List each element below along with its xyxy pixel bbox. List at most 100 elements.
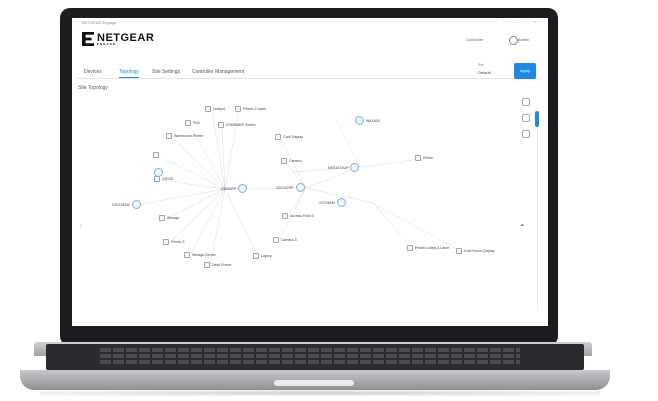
netgear-logo: NETGEAR ENGAGE [82, 32, 154, 46]
scope-label: Site [478, 63, 485, 67]
device-icon [407, 245, 413, 251]
switch-icon [132, 200, 142, 209]
scope-select[interactable]: Default [478, 70, 491, 75]
user-menu[interactable]: Admin [518, 37, 529, 42]
device-label: Laptop [261, 254, 272, 258]
keyboard-row [100, 354, 520, 358]
switch-label: GS324TP [221, 186, 237, 191]
device-label: Camera-3 [281, 238, 297, 242]
device-label: Hotspot [213, 107, 226, 111]
device-node[interactable]: Printer-2-Laser [235, 106, 266, 112]
device-label: Storage-Server [192, 253, 216, 257]
device-icon [184, 252, 190, 258]
device-label: Printer [423, 156, 434, 160]
device-node[interactable]: Camera [281, 158, 301, 164]
keyboard-row [100, 360, 520, 364]
device-icon [205, 106, 211, 112]
device-node[interactable]: Warehouse-Printer [166, 133, 203, 139]
switch-node[interactable]: MS510TXUP [328, 163, 360, 172]
device-label: Printer-2-Laser [243, 107, 267, 111]
device-label: Conf-Display [283, 135, 304, 139]
device-node[interactable]: Printer-3 [163, 239, 184, 245]
window-controls[interactable]: – □ × [503, 19, 542, 24]
device-node[interactable]: Access-Point-6 [282, 213, 314, 219]
device-label: Camera [289, 159, 302, 163]
apply-button[interactable]: Apply [514, 63, 536, 79]
tab-site-settings[interactable]: Site Settings [152, 69, 180, 75]
device-icon [273, 237, 279, 243]
switch-node[interactable] [154, 168, 163, 177]
device-node[interactable]: XS508MBP-Switch [218, 122, 256, 128]
switch-label: XS724EM [319, 200, 335, 205]
device-label: GS108 [162, 177, 173, 181]
device-icon [282, 213, 288, 219]
device-node[interactable]: Camera-3 [273, 237, 297, 243]
switch-icon [154, 168, 163, 177]
device-icon [281, 158, 287, 164]
device-label: PBX [193, 121, 201, 125]
account-menu[interactable]: Controller [466, 37, 483, 42]
device-icon [456, 248, 462, 254]
device-icon [218, 122, 224, 128]
switch-icon [355, 116, 364, 125]
device-label: Desk-Phone [212, 263, 232, 267]
device-icon [204, 262, 210, 268]
switch-label: MS510TXUP [328, 165, 349, 170]
device-label: Storage [167, 216, 180, 220]
switch-node[interactable]: GS110EMX [112, 200, 142, 209]
device-label: Printer-Lobby-3-Laser [415, 246, 450, 250]
app-screen: NETGEAR Engage – □ × NETGEAR ENGAGE Cont… [72, 18, 548, 326]
switch-label: GS724TPP [276, 185, 294, 190]
tab-devices[interactable]: Devices [84, 69, 102, 75]
window-title: NETGEAR Engage [82, 20, 117, 25]
device-node[interactable]: Conf-Display [275, 134, 303, 140]
device-node[interactable]: Printer [415, 155, 433, 161]
switch-icon [336, 198, 346, 207]
switch-icon [238, 184, 248, 193]
device-node[interactable]: Hotspot [205, 106, 225, 112]
device-node[interactable]: Conf-Room-Display [456, 248, 495, 254]
scroll-up-arrow-icon[interactable]: ▴ [521, 222, 524, 228]
tabs-divider [76, 78, 538, 79]
device-node[interactable]: Printer-Lobby-3-Laser [407, 245, 449, 251]
device-icon [166, 133, 172, 139]
locate-icon[interactable] [522, 114, 530, 122]
device-label: Access-Point-6 [290, 214, 314, 218]
device-icon [185, 120, 191, 126]
device-label: XS508MBP-Switch [226, 123, 256, 127]
tab-topology[interactable]: Topology [119, 69, 139, 75]
device-node[interactable] [153, 152, 159, 158]
device-icon [415, 155, 421, 161]
topology-canvas[interactable]: Hotspot Printer-2-Laser PBX XS508MBP-Swi… [72, 94, 548, 326]
brand-sub: ENGAGE [97, 42, 117, 46]
switch-node[interactable]: XS724EM [319, 198, 346, 207]
user-avatar-icon[interactable] [509, 36, 518, 45]
device-node[interactable]: Storage-Server [184, 252, 216, 258]
device-icon [153, 152, 159, 158]
device-node[interactable]: Desk-Phone [204, 262, 231, 268]
panel-collapse-handle[interactable]: ‹ [80, 223, 82, 229]
device-icon [235, 106, 241, 112]
tab-controller-management[interactable]: Controller Management [192, 69, 244, 75]
switch-node[interactable]: GS324TP [221, 184, 248, 193]
laptop-notch [274, 380, 354, 386]
device-icon [253, 253, 259, 259]
scrollbar-track [537, 111, 538, 311]
refresh-icon[interactable] [522, 130, 530, 138]
device-icon [275, 134, 281, 140]
switch-node[interactable]: WAX630 [355, 116, 380, 125]
switch-icon [295, 183, 305, 192]
laptop-shadow [40, 390, 600, 396]
switch-node[interactable]: GS724TPP [276, 183, 305, 192]
search-icon[interactable] [522, 98, 530, 106]
device-node[interactable]: PBX [185, 120, 200, 126]
device-label: Warehouse-Printer [174, 134, 204, 138]
device-node[interactable]: Storage [159, 215, 179, 221]
netgear-logo-mark [82, 32, 94, 46]
device-label: Printer-3 [171, 240, 185, 244]
keyboard-row [100, 348, 520, 352]
scrollbar-thumb[interactable] [535, 111, 539, 127]
device-node[interactable]: Laptop [253, 253, 272, 259]
window-titlebar: NETGEAR Engage – □ × [72, 18, 548, 26]
switch-label: WAX630 [366, 118, 380, 123]
